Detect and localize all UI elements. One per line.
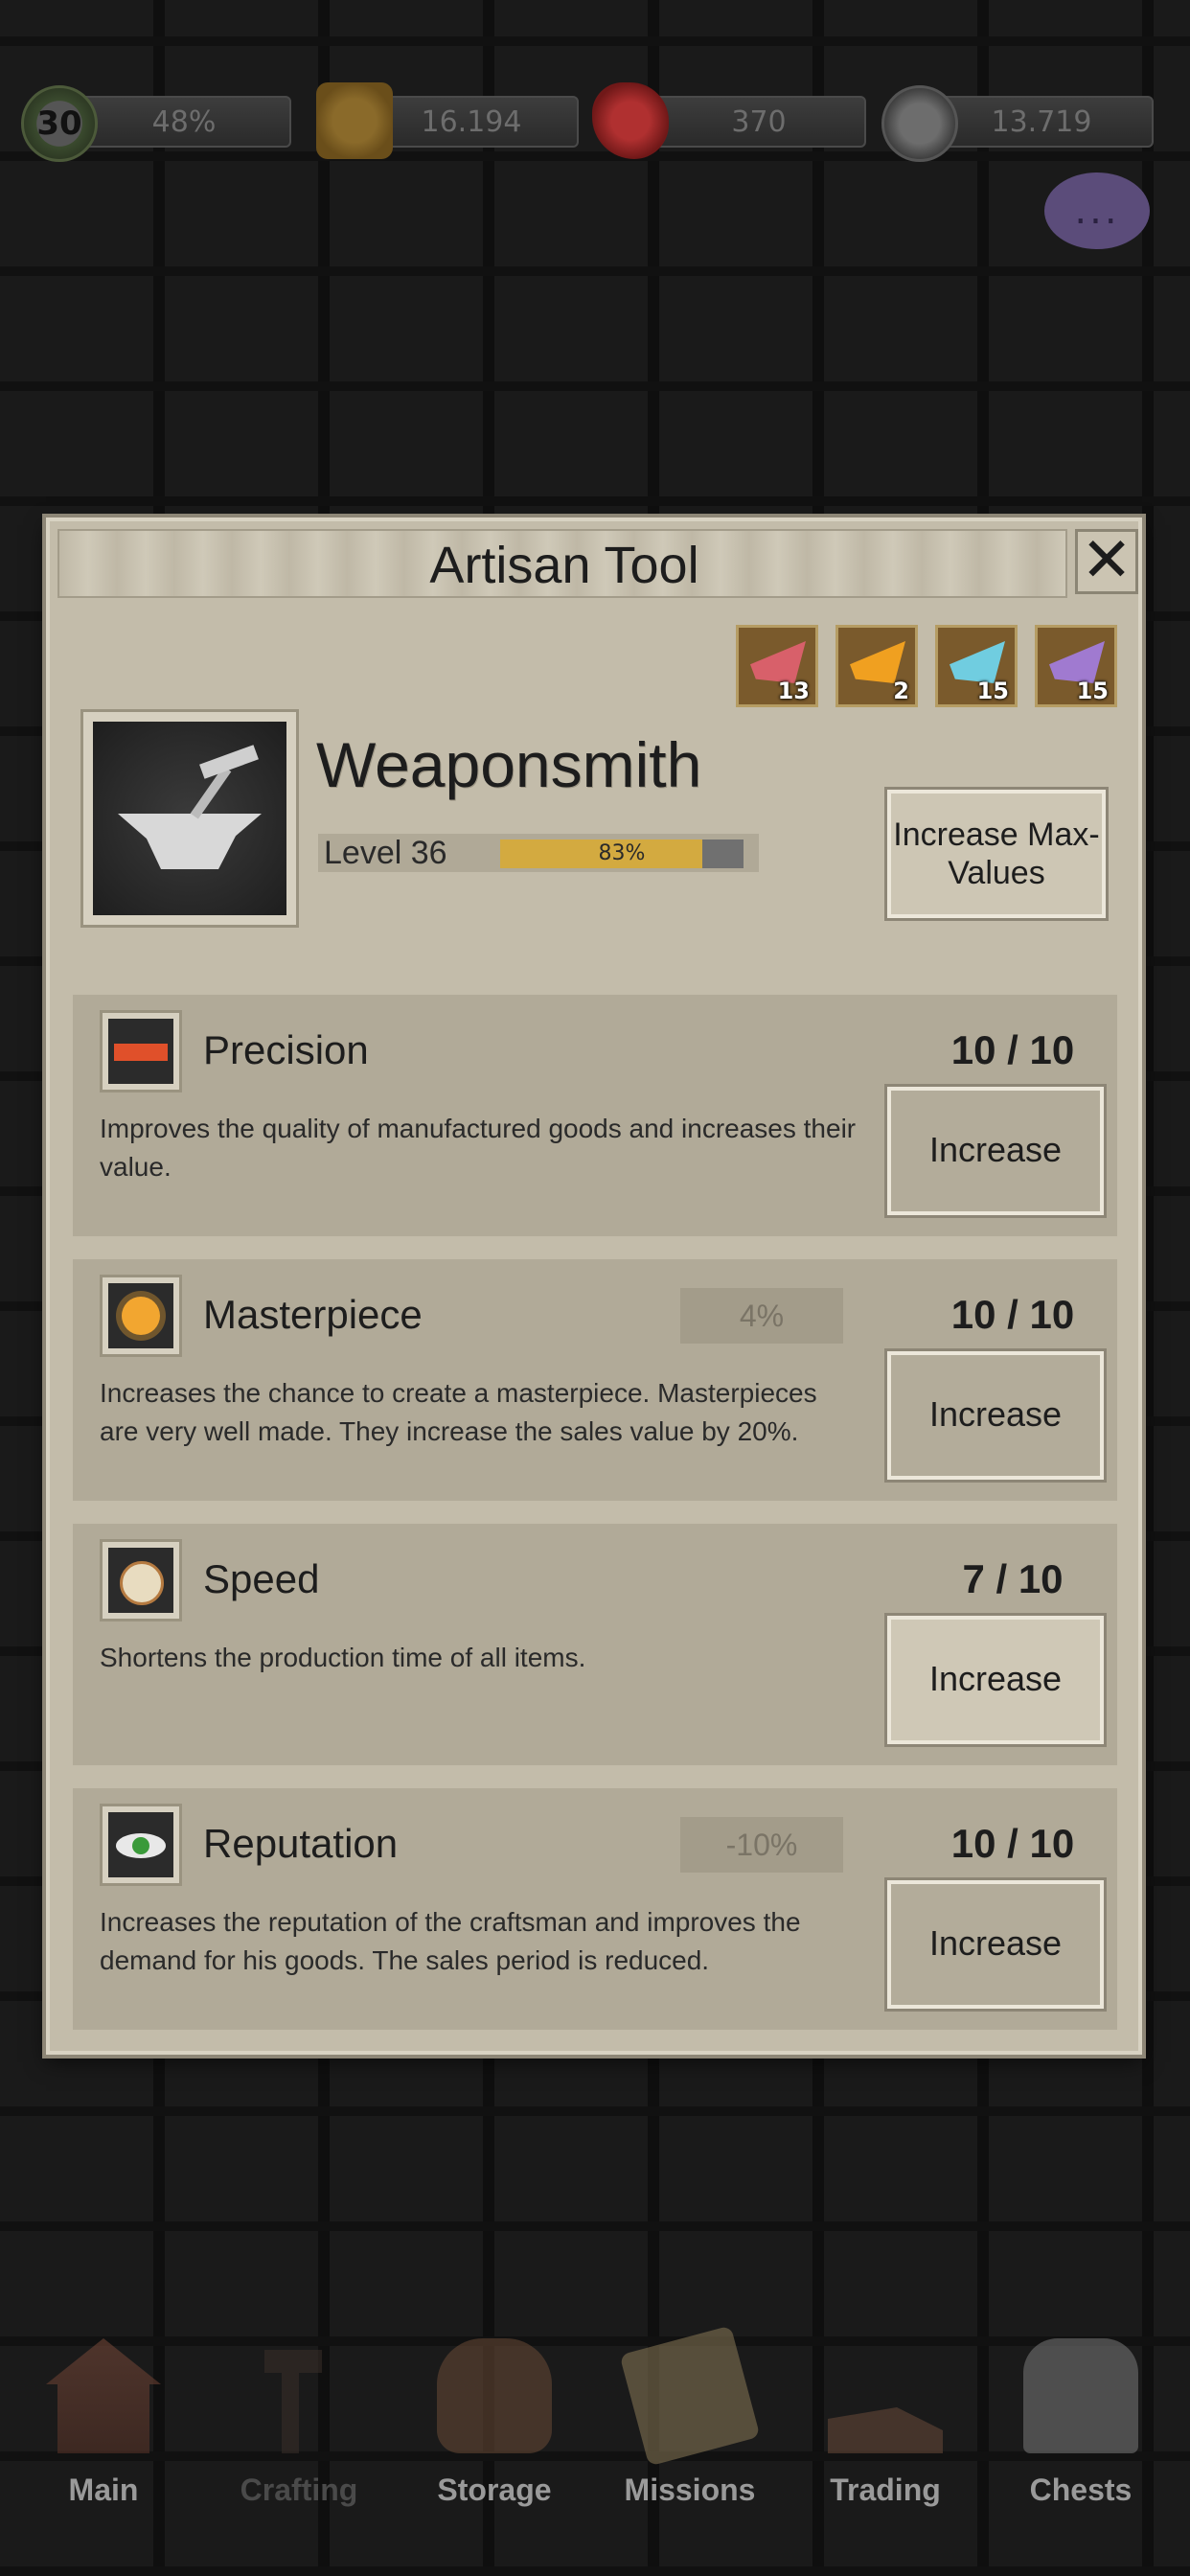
hammer-hand-icon: [264, 2350, 322, 2453]
nav-missions[interactable]: Missions: [594, 2319, 786, 2576]
ruler-icon: [108, 1019, 173, 1084]
dialog-title: Artisan Tool: [429, 537, 699, 594]
material-slot[interactable]: 15: [935, 625, 1018, 707]
material-slot[interactable]: 15: [1035, 625, 1117, 707]
player-level: 30: [36, 104, 82, 143]
increase-max-values-button[interactable]: Increase Max-Values: [887, 790, 1106, 918]
skill-description: Increases the reputation of the craftsma…: [100, 1907, 801, 1975]
increase-max-values-label: Increase Max-Values: [893, 816, 1100, 891]
nav-main[interactable]: Main: [8, 2319, 199, 2576]
coins-value: 16.194: [421, 104, 522, 139]
nav-trading[interactable]: Trading: [790, 2319, 981, 2576]
skill-count: 10 / 10: [950, 1821, 1075, 1866]
level-progress-bar: 83%: [500, 840, 744, 868]
chat-button[interactable]: ...: [1044, 172, 1150, 249]
profession-name: Weaponsmith: [316, 729, 702, 800]
nav-label: Missions: [624, 2472, 756, 2507]
skill-description: Increases the chance to create a masterp…: [100, 1378, 817, 1446]
nav-chests[interactable]: Chests: [985, 2319, 1177, 2576]
speech-bubble-icon: ...: [1074, 189, 1120, 233]
dialog-header: Artisan Tool: [57, 529, 1067, 598]
level-progress-label: 83%: [598, 841, 646, 865]
increase-reputation-button[interactable]: Increase: [887, 1880, 1104, 2009]
eye-icon: [108, 1812, 173, 1877]
scroll-map-icon: [619, 2325, 761, 2467]
skill-icon-frame: [100, 1539, 182, 1622]
player-level-badge[interactable]: 30: [21, 85, 98, 162]
rubies-value: 370: [731, 104, 787, 139]
xp-bar: 48%: [77, 96, 291, 148]
nav-storage[interactable]: Storage: [399, 2319, 590, 2576]
nav-label: Trading: [830, 2472, 941, 2507]
treasure-chest-icon: [1023, 2338, 1138, 2453]
nav-crafting[interactable]: Crafting: [203, 2319, 395, 2576]
material-count: 15: [1076, 678, 1109, 704]
nav-label: Storage: [437, 2472, 552, 2507]
increase-precision-button[interactable]: Increase: [887, 1087, 1104, 1215]
skill-percent: -10%: [680, 1817, 843, 1873]
skill-card-precision: Precision 10 / 10 Improves the quality o…: [73, 995, 1117, 1236]
skill-icon-frame: [100, 1275, 182, 1357]
skill-name: Reputation: [203, 1821, 399, 1866]
skill-card-masterpiece: Masterpiece 4% 10 / 10 Increases the cha…: [73, 1259, 1117, 1501]
skill-icon-frame: [100, 1804, 182, 1886]
skill-description: Shortens the production time of all item…: [100, 1643, 586, 1672]
skill-icon-frame: [100, 1010, 182, 1092]
material-count: 13: [777, 678, 810, 704]
artisan-tool-dialog: Artisan Tool ✕ 13 2 15 15 Weaponsmith Le…: [46, 518, 1142, 2055]
skill-name: Speed: [203, 1556, 320, 1601]
skill-name: Masterpiece: [203, 1292, 423, 1337]
bottom-nav: Main Crafting Storage Missions Trading C…: [0, 2319, 1190, 2576]
increase-speed-button[interactable]: Increase: [887, 1616, 1104, 1744]
skill-percent: 4%: [680, 1288, 843, 1344]
ruby-icon[interactable]: [592, 82, 669, 159]
backpack-icon: [437, 2338, 552, 2453]
xp-percent: 48%: [151, 104, 217, 139]
material-slot[interactable]: 13: [736, 625, 818, 707]
profession-portrait: [80, 709, 299, 928]
material-slot[interactable]: 2: [835, 625, 918, 707]
skill-count: 10 / 10: [950, 1027, 1075, 1072]
close-button[interactable]: ✕: [1075, 529, 1138, 594]
profession-level: Level 36 83%: [318, 834, 759, 872]
rubies-counter: 370: [652, 96, 866, 148]
skill-count: 7 / 10: [962, 1556, 1064, 1601]
skill-card-reputation: Reputation -10% 10 / 10 Increases the re…: [73, 1788, 1117, 2030]
reputation-counter: 13.719: [929, 96, 1154, 148]
coin-stack-icon: [316, 82, 393, 159]
resource-bar: 48% 30 16.194 370 13.719: [0, 77, 1190, 163]
increase-masterpiece-button[interactable]: Increase: [887, 1351, 1104, 1480]
level-label: Level 36: [324, 835, 447, 871]
reputation-value: 13.719: [991, 104, 1092, 139]
skill-description: Improves the quality of manufactured goo…: [100, 1114, 857, 1182]
house-icon: [46, 2338, 161, 2453]
coins-counter: 16.194: [364, 96, 579, 148]
material-count: 15: [976, 678, 1009, 704]
pocket-watch-icon: [108, 1548, 173, 1613]
skill-count: 10 / 10: [950, 1292, 1075, 1337]
nav-label: Main: [68, 2472, 139, 2507]
nav-label: Chests: [1029, 2472, 1133, 2507]
fleur-de-lis-icon: [881, 85, 958, 162]
sun-icon: [108, 1283, 173, 1348]
material-count: 2: [893, 678, 909, 704]
skill-name: Precision: [203, 1027, 369, 1072]
anvil-icon: [93, 722, 286, 915]
skill-card-speed: Speed 7 / 10 Shortens the production tim…: [73, 1524, 1117, 1765]
close-icon: ✕: [1081, 525, 1133, 596]
nav-label: Crafting: [240, 2472, 358, 2507]
coins-hand-icon: [828, 2407, 943, 2453]
